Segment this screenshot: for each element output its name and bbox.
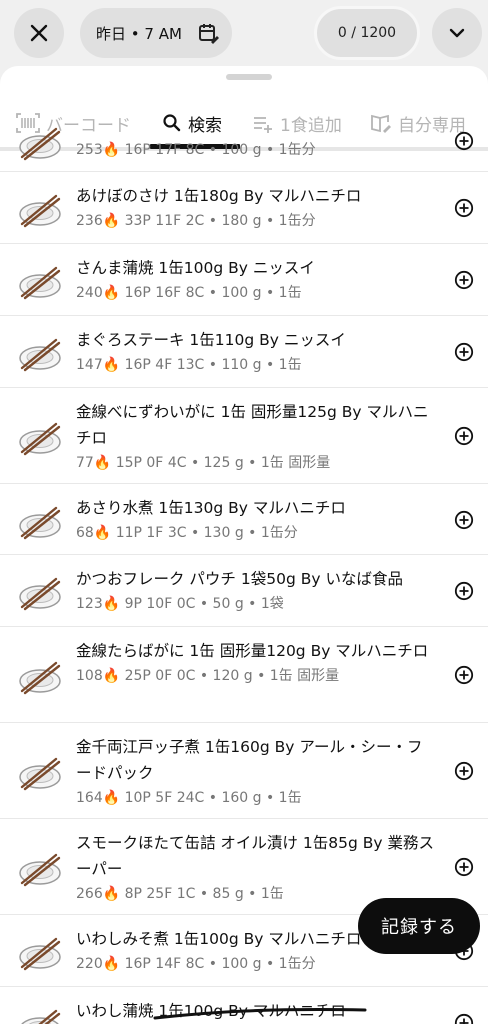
- plus-circle-icon: [454, 665, 474, 685]
- plus-circle-icon: [454, 270, 474, 290]
- food-title: 金線たらばがに 1缶 固形量120g By マルハニチロ: [76, 642, 429, 660]
- food-nutrition: 236🔥 33P 11F 2C • 180 g • 1缶分: [76, 213, 316, 229]
- food-plate-icon: [16, 927, 64, 975]
- food-title: かつおフレーク パウチ 1袋50g By いなば食品: [76, 570, 403, 588]
- food-nutrition: 123🔥 9P 10F 0C • 50 g • 1袋: [76, 596, 284, 612]
- add-food-button[interactable]: [454, 131, 474, 151]
- add-food-button[interactable]: [454, 857, 474, 877]
- food-plate-icon: [16, 117, 64, 165]
- plus-circle-icon: [454, 581, 474, 601]
- food-result-text: さんま蒲焼 1缶100g By ニッスイ 240🔥 16P 16F 8C • 10…: [76, 255, 436, 304]
- strike-scribble: [153, 1007, 367, 1020]
- food-result-text: スモークほたて缶詰 オイル漬け 1缶85g By 業務スーパー 266🔥 8P 2…: [76, 830, 436, 905]
- plus-circle-icon: [454, 131, 474, 151]
- food-title: あけぼのさけ 1缶180g By マルハニチロ: [76, 187, 362, 205]
- add-food-button[interactable]: [454, 581, 474, 601]
- food-nutrition: 164🔥 10P 5F 24C • 160 g • 1缶: [76, 790, 302, 806]
- food-plate-icon: [16, 412, 64, 460]
- food-result-text: かつおフレーク パウチ 1袋50g By いなば食品 123🔥 9P 10F 0C…: [76, 566, 436, 615]
- food-plate-icon: [16, 567, 64, 615]
- food-nutrition: 220🔥 16P 14F 8C • 100 g • 1缶分: [76, 956, 316, 972]
- food-title: 金線べにずわいがに 1缶 固形量125g By マルハニチロ: [76, 403, 429, 447]
- food-plate-icon: [16, 843, 64, 891]
- plus-circle-icon: [454, 426, 474, 446]
- food-title: スモークほたて缶詰 オイル漬け 1缶85g By 業務スーパー: [76, 834, 434, 878]
- date-label: 昨日 • 7 AM: [96, 24, 182, 43]
- plus-circle-icon: [454, 198, 474, 218]
- food-plate-icon: [16, 256, 64, 304]
- food-nutrition: 77🔥 15P 0F 4C • 125 g • 1缶 固形量: [76, 455, 331, 471]
- food-nutrition: 147🔥 16P 4F 13C • 110 g • 1缶: [76, 357, 302, 373]
- food-nutrition: 253🔥 16P 17F 8C • 100 g • 1缶分: [76, 142, 316, 158]
- food-result-text: 金千両江戸ッ子煮 1缶160g By アール・シー・フードパック 164🔥 10P…: [76, 734, 436, 809]
- food-result-row[interactable]: 金線たらばがに 1缶 固形量120g By マルハニチロ 108🔥 25P 0F …: [0, 627, 488, 723]
- add-food-button[interactable]: [454, 198, 474, 218]
- food-title: さんま蒲焼 1缶100g By ニッスイ: [76, 259, 315, 277]
- plus-circle-icon: [454, 342, 474, 362]
- food-result-row[interactable]: さんま蒲焼 1缶100g By ニッスイ 240🔥 16P 16F 8C • 10…: [0, 244, 488, 316]
- food-result-row[interactable]: 253🔥 16P 17F 8C • 100 g • 1缶分: [0, 110, 488, 172]
- plus-circle-icon: [454, 857, 474, 877]
- food-title: まぐろステーキ 1缶110g By ニッスイ: [76, 331, 346, 349]
- food-plate-icon: [16, 328, 64, 376]
- food-result-text: 253🔥 16P 17F 8C • 100 g • 1缶分: [76, 138, 436, 161]
- food-result-row[interactable]: 金千両江戸ッ子煮 1缶160g By アール・シー・フードパック 164🔥 10P…: [0, 723, 488, 819]
- drag-handle[interactable]: [226, 74, 272, 80]
- food-nutrition: 240🔥 16P 16F 8C • 100 g • 1缶: [76, 285, 302, 301]
- close-button[interactable]: [14, 8, 64, 58]
- chevron-down-icon: [449, 28, 465, 38]
- plus-circle-icon: [454, 1013, 474, 1024]
- food-nutrition: 108🔥 25P 0F 0C • 120 g • 1缶 固形量: [76, 668, 340, 684]
- calendar-edit-icon: [198, 22, 220, 44]
- plus-circle-icon: [454, 510, 474, 529]
- food-result-row[interactable]: あさり水煮 1缶130g By マルハニチロ 68🔥 11P 1F 3C • 13…: [0, 484, 488, 555]
- add-food-button[interactable]: [454, 342, 474, 362]
- food-plate-icon: [16, 496, 64, 544]
- search-sheet: バーコード 検索 1食追加 自分専用 253🔥 16P 17F 8C • 100…: [0, 66, 488, 1024]
- top-bar: 昨日 • 7 AM 0 / 1200: [0, 0, 488, 66]
- add-food-button[interactable]: [454, 426, 474, 446]
- food-result-text: 金線べにずわいがに 1缶 固形量125g By マルハニチロ 77🔥 15P 0F…: [76, 399, 436, 474]
- food-plate-icon: [16, 651, 64, 699]
- food-plate-icon: [16, 184, 64, 232]
- expand-button[interactable]: [432, 8, 482, 58]
- add-food-button[interactable]: [454, 761, 474, 781]
- food-result-text: まぐろステーキ 1缶110g By ニッスイ 147🔥 16P 4F 13C • …: [76, 327, 436, 376]
- food-result-text: 金線たらばがに 1缶 固形量120g By マルハニチロ 108🔥 25P 0F …: [76, 638, 436, 687]
- add-food-button[interactable]: [454, 1013, 474, 1024]
- add-food-button[interactable]: [454, 665, 474, 685]
- food-plate-icon: [16, 747, 64, 795]
- food-result-row[interactable]: 金線べにずわいがに 1缶 固形量125g By マルハニチロ 77🔥 15P 0F…: [0, 388, 488, 484]
- food-result-text: あけぼのさけ 1缶180g By マルハニチロ 236🔥 33P 11F 2C •…: [76, 183, 436, 232]
- record-button[interactable]: 記録する: [358, 898, 480, 954]
- plus-circle-icon: [454, 761, 474, 781]
- food-result-row[interactable]: あけぼのさけ 1缶180g By マルハニチロ 236🔥 33P 11F 2C •…: [0, 172, 488, 244]
- food-plate-icon: [16, 999, 64, 1024]
- food-result-text: あさり水煮 1缶130g By マルハニチロ 68🔥 11P 1F 3C • 13…: [76, 495, 436, 544]
- add-food-button[interactable]: [454, 510, 474, 530]
- food-title: あさり水煮 1缶130g By マルハニチロ: [76, 499, 346, 517]
- food-title: 金千両江戸ッ子煮 1缶160g By アール・シー・フードパック: [76, 738, 423, 782]
- food-result-row[interactable]: まぐろステーキ 1缶110g By ニッスイ 147🔥 16P 4F 13C • …: [0, 316, 488, 388]
- date-selector[interactable]: 昨日 • 7 AM: [80, 8, 232, 58]
- close-icon: [30, 24, 48, 42]
- calorie-counter[interactable]: 0 / 1200: [314, 6, 420, 60]
- add-food-button[interactable]: [454, 270, 474, 290]
- food-result-row[interactable]: かつおフレーク パウチ 1袋50g By いなば食品 123🔥 9P 10F 0C…: [0, 555, 488, 627]
- food-nutrition: 68🔥 11P 1F 3C • 130 g • 1缶分: [76, 525, 298, 541]
